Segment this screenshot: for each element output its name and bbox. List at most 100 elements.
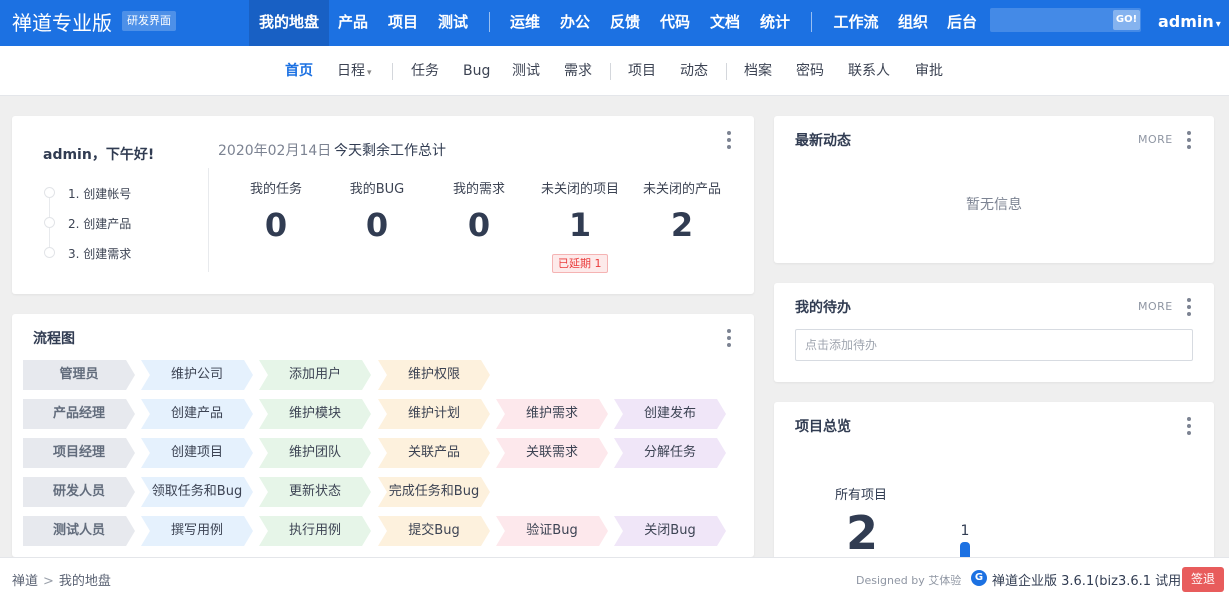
flow-step[interactable]: 分解任务 — [614, 438, 726, 468]
flow-step[interactable]: 关联产品 — [378, 438, 490, 468]
stat-value[interactable]: 0 — [429, 206, 529, 244]
today-date: 2020年02月14日 — [218, 143, 332, 159]
flow-step[interactable]: 关闭Bug — [614, 516, 726, 546]
flow-step[interactable]: 维护计划 — [378, 399, 490, 429]
zentao-logo-icon: G — [971, 570, 987, 586]
nav-test[interactable]: 测试 — [431, 0, 475, 46]
stat-label: 我的BUG — [349, 182, 405, 197]
subnav-contacts[interactable]: 联系人 — [848, 46, 890, 96]
subnav-approval[interactable]: 审批 — [915, 46, 943, 96]
breadcrumb-current[interactable]: 我的地盘 — [59, 574, 111, 589]
stat-value[interactable]: 1 — [530, 206, 630, 244]
user-menu[interactable]: admin ▾ — [1158, 0, 1221, 46]
chevron-down-icon: ▾ — [1215, 19, 1221, 30]
nav-stats[interactable]: 统计 — [753, 0, 797, 46]
subnav-divider — [392, 63, 393, 80]
subnav-password[interactable]: 密码 — [796, 46, 824, 96]
all-projects-count[interactable]: 2 — [846, 506, 878, 560]
flow-step[interactable]: 完成任务和Bug — [378, 477, 490, 507]
subnav-home[interactable]: 首页 — [285, 46, 313, 96]
brand-logo[interactable]: 禅道专业版 — [12, 0, 112, 46]
more-options-icon[interactable] — [1187, 131, 1191, 149]
subnav-task[interactable]: 任务 — [411, 46, 439, 96]
subnav-schedule[interactable]: 日程 ▾ — [337, 46, 372, 96]
flow-step[interactable]: 关联需求 — [496, 438, 608, 468]
more-options-icon[interactable] — [1187, 417, 1191, 435]
dynamics-panel: 最新动态 MORE 暂无信息 — [774, 116, 1214, 263]
nav-my-space[interactable]: 我的地盘 — [249, 0, 329, 46]
flow-step[interactable]: 添加用户 — [259, 360, 371, 390]
nav-feedback[interactable]: 反馈 — [603, 0, 647, 46]
breadcrumb-home[interactable]: 禅道 — [12, 574, 38, 589]
empty-message: 暂无信息 — [966, 197, 1022, 213]
more-link[interactable]: MORE — [1138, 300, 1173, 313]
flow-step[interactable]: 验证Bug — [496, 516, 608, 546]
flow-role: 项目经理 — [23, 438, 135, 468]
subnav-story[interactable]: 需求 — [564, 46, 592, 96]
panel-title: 项目总览 — [795, 419, 851, 435]
flow-role: 测试人员 — [23, 516, 135, 546]
nav-org[interactable]: 组织 — [891, 0, 935, 46]
subnav-bug[interactable]: Bug — [463, 46, 490, 96]
flow-step[interactable]: 维护公司 — [141, 360, 253, 390]
subnav-profile[interactable]: 档案 — [744, 46, 772, 96]
all-projects-label: 所有项目 — [835, 488, 888, 503]
more-options-icon[interactable] — [727, 329, 731, 347]
more-link[interactable]: MORE — [1138, 133, 1173, 146]
project-overview-panel: 项目总览 所有项目 2 1 — [774, 402, 1214, 562]
flow-step[interactable]: 维护需求 — [496, 399, 608, 429]
search-go-button[interactable]: GO! — [1113, 10, 1140, 30]
nav-doc[interactable]: 文档 — [703, 0, 747, 46]
nav-office[interactable]: 办公 — [553, 0, 597, 46]
step-circle-icon — [44, 187, 55, 198]
nav-ops[interactable]: 运维 — [503, 0, 547, 46]
nav-project[interactable]: 项目 — [381, 0, 425, 46]
vertical-divider — [208, 168, 209, 272]
nav-admin[interactable]: 后台 — [940, 0, 984, 46]
edition-switch[interactable]: 研发界面 — [122, 11, 176, 31]
flow-role: 产品经理 — [23, 399, 135, 429]
panel-title: 流程图 — [33, 331, 75, 347]
flow-step[interactable]: 更新状态 — [259, 477, 371, 507]
flow-step[interactable]: 创建产品 — [141, 399, 253, 429]
signout-button[interactable]: 签退 — [1182, 567, 1224, 592]
todo-panel: 我的待办 MORE 点击添加待办 — [774, 283, 1214, 382]
designed-by[interactable]: Designed by 艾体验 — [856, 572, 961, 588]
stat-value[interactable]: 0 — [327, 206, 427, 244]
chevron-down-icon: ▾ — [367, 68, 372, 78]
stat-value[interactable]: 0 — [226, 206, 326, 244]
version-info[interactable]: 禅道企业版 3.6.1(biz3.6.1 试用) — [992, 570, 1186, 589]
footer-bar: 禅道 > 我的地盘 Designed by 艾体验 G 禅道企业版 3.6.1(bi… — [0, 557, 1229, 596]
flow-step[interactable]: 维护权限 — [378, 360, 490, 390]
subnav-project[interactable]: 项目 — [628, 46, 656, 96]
flow-step[interactable]: 创建项目 — [141, 438, 253, 468]
flow-step[interactable]: 领取任务和Bug — [141, 477, 253, 507]
more-options-icon[interactable] — [727, 131, 731, 149]
stat-label: 我的需求 — [452, 182, 505, 197]
breadcrumb-separator: > — [43, 574, 54, 589]
delay-badge[interactable]: 已延期 1 — [552, 254, 608, 273]
flow-step[interactable]: 提交Bug — [378, 516, 490, 546]
nav-divider — [811, 12, 812, 32]
flow-step[interactable]: 维护模块 — [259, 399, 371, 429]
sub-navigation: 首页 日程 ▾ 任务 Bug 测试 需求 项目 动态 档案 密码 联系人 审批 — [0, 46, 1229, 96]
nav-workflow[interactable]: 工作流 — [826, 0, 886, 46]
more-options-icon[interactable] — [1187, 298, 1191, 316]
breadcrumb: 禅道 > 我的地盘 — [12, 570, 111, 589]
subnav-divider — [726, 63, 727, 80]
stat-label: 未关闭的项目 — [540, 182, 619, 197]
subnav-test[interactable]: 测试 — [512, 46, 540, 96]
flow-step[interactable]: 执行用例 — [259, 516, 371, 546]
flow-role: 研发人员 — [23, 477, 135, 507]
stat-value[interactable]: 2 — [632, 206, 732, 244]
welcome-panel: admin，下午好! 1. 创建帐号 2. 创建产品 3. 创建需求 2020年… — [12, 116, 754, 294]
flow-step[interactable]: 维护团队 — [259, 438, 371, 468]
panel-title: 我的待办 — [795, 300, 851, 316]
subnav-dynamic[interactable]: 动态 — [680, 46, 708, 96]
nav-product[interactable]: 产品 — [331, 0, 375, 46]
step-label: 3. 创建需求 — [68, 247, 132, 261]
nav-code[interactable]: 代码 — [653, 0, 697, 46]
flow-step[interactable]: 撰写用例 — [141, 516, 253, 546]
flow-step[interactable]: 创建发布 — [614, 399, 726, 429]
add-todo-input[interactable]: 点击添加待办 — [795, 329, 1193, 361]
